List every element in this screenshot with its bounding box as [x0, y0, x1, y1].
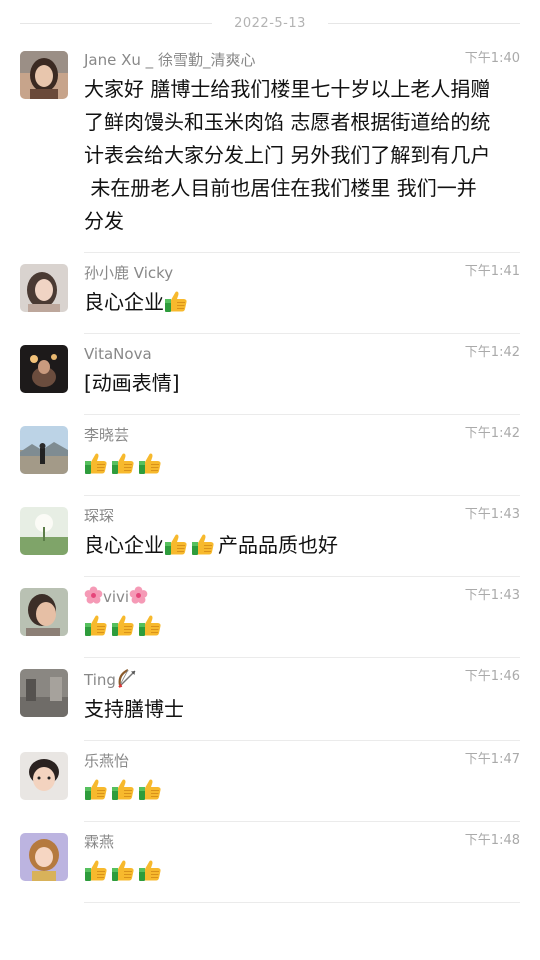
thumbs-up-icon	[111, 613, 135, 637]
comment-item: 乐燕怡 下午1:47	[0, 741, 540, 822]
message-text: 良心企业	[84, 286, 520, 319]
thumbs-up-icon	[84, 858, 108, 882]
sender-name[interactable]: vivi	[84, 586, 520, 608]
comment-item: 李晓芸 下午1:42	[0, 415, 540, 496]
message-line: 计表会给大家分发上门 另外我们了解到有几户	[84, 143, 491, 167]
thumbs-up-icon	[164, 289, 188, 313]
comment-item: Ting 下午1:46 支持膳博士	[0, 658, 540, 741]
sender-name[interactable]: 霖燕	[84, 831, 520, 853]
timestamp: 下午1:40	[464, 51, 520, 66]
comment-item: Jane Xu _ 徐雪勤_清爽心 下午1:40 大家好 膳博士给我们楼里七十岁…	[0, 40, 540, 253]
message-line: 未在册老人目前也居住在我们楼里 我们一并	[84, 176, 477, 200]
timestamp: 下午1:42	[464, 426, 520, 441]
thumbs-up-icon	[138, 451, 162, 475]
message-line: 大家好 膳博士给我们楼里七十岁以上老人捐赠	[84, 77, 491, 101]
sender-name[interactable]: 孙小鹿 Vicky	[84, 262, 520, 284]
cherry-blossom-icon	[84, 586, 103, 605]
timestamp: 下午1:47	[464, 752, 520, 767]
message-line: 了鲜肉馒头和玉米肉馅 志愿者根据街道给的统	[84, 110, 491, 134]
avatar[interactable]	[20, 507, 68, 555]
comment-item: 孙小鹿 Vicky 下午1:41 良心企业	[0, 253, 540, 334]
message-text-segment: 良心企业	[84, 290, 164, 314]
message-text-segment: 产品品质也好	[218, 533, 338, 557]
avatar[interactable]	[20, 669, 68, 717]
comment-item: VitaNova 下午1:42 [动画表情]	[0, 334, 540, 415]
thumbs-up-icon	[84, 777, 108, 801]
date-divider: 2022-5-13	[20, 12, 520, 34]
avatar[interactable]	[20, 426, 68, 474]
sender-name[interactable]: VitaNova	[84, 343, 520, 365]
message-text	[84, 610, 520, 643]
sender-name[interactable]: 李晓芸	[84, 424, 520, 446]
avatar[interactable]	[20, 345, 68, 393]
avatar[interactable]	[20, 752, 68, 800]
avatar[interactable]	[20, 51, 68, 99]
thumbs-up-icon	[84, 613, 108, 637]
timestamp: 下午1:46	[464, 669, 520, 684]
message-text: 良心企业 产品品质也好	[84, 529, 520, 562]
timestamp: 下午1:41	[464, 264, 520, 279]
thumbs-up-icon	[111, 777, 135, 801]
thumbs-up-icon	[138, 777, 162, 801]
thumbs-up-icon	[111, 858, 135, 882]
avatar[interactable]	[20, 264, 68, 312]
date-divider-line-right	[327, 22, 520, 24]
date-label: 2022-5-13	[234, 15, 306, 31]
thumbs-up-icon	[138, 613, 162, 637]
thumbs-up-icon	[164, 532, 188, 556]
message-line: 分发	[84, 209, 124, 233]
sender-name[interactable]: 乐燕怡	[84, 750, 520, 772]
date-divider-line-left	[20, 22, 213, 24]
message-text: 大家好 膳博士给我们楼里七十岁以上老人捐赠 了鲜肉馒头和玉米肉馅 志愿者根据街道…	[84, 73, 520, 238]
timestamp: 下午1:42	[464, 345, 520, 360]
message-text	[84, 774, 520, 807]
bow-and-arrow-icon	[116, 667, 138, 689]
comment-feed: Jane Xu _ 徐雪勤_清爽心 下午1:40 大家好 膳博士给我们楼里七十岁…	[0, 40, 540, 903]
sender-name[interactable]: Ting	[84, 667, 520, 691]
sender-name-text: Ting	[84, 671, 116, 689]
avatar[interactable]	[20, 833, 68, 881]
avatar[interactable]	[20, 588, 68, 636]
message-text	[84, 448, 520, 481]
comment-item: 霖燕 下午1:48	[0, 822, 540, 903]
comment-item: vivi 下午1:43	[0, 577, 540, 658]
thumbs-up-icon	[111, 451, 135, 475]
timestamp: 下午1:43	[464, 507, 520, 522]
timestamp: 下午1:43	[464, 588, 520, 603]
sender-name[interactable]: 琛琛	[84, 505, 520, 527]
message-text: 支持膳博士	[84, 697, 184, 721]
message-text: [动画表情]	[84, 371, 180, 395]
message-text	[84, 855, 520, 888]
cherry-blossom-icon	[129, 586, 148, 605]
message-text-segment: 良心企业	[84, 533, 164, 557]
sender-name-text: vivi	[103, 588, 130, 606]
thumbs-up-icon	[138, 858, 162, 882]
thumbs-up-icon	[84, 451, 108, 475]
comment-item: 琛琛 下午1:43 良心企业 产品品质也好	[0, 496, 540, 577]
thumbs-up-icon	[191, 532, 215, 556]
sender-name[interactable]: Jane Xu _ 徐雪勤_清爽心	[84, 49, 520, 71]
timestamp: 下午1:48	[464, 833, 520, 848]
